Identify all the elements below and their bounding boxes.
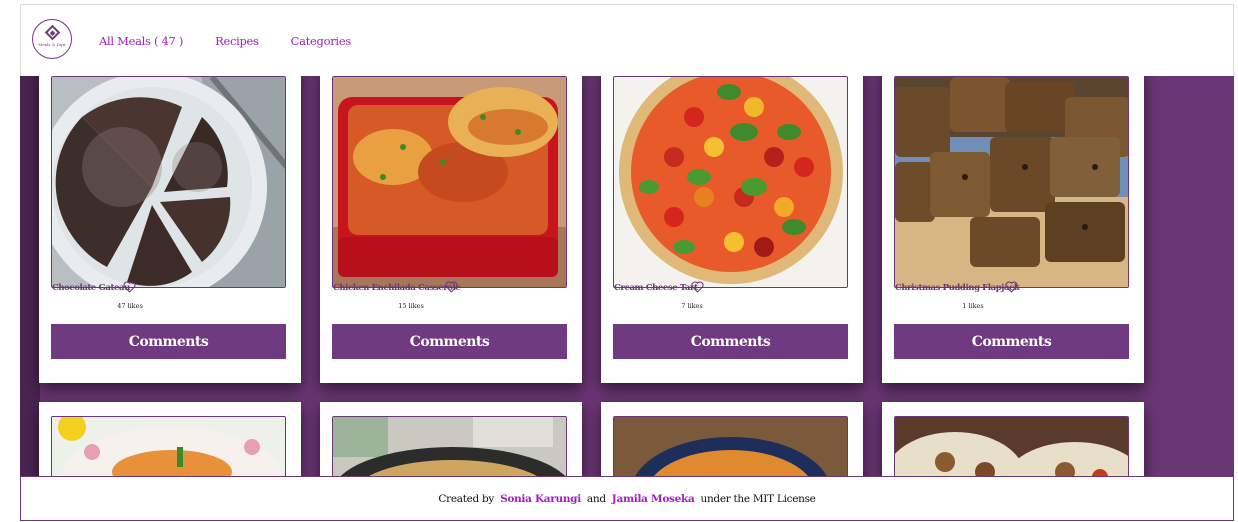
meal-image[interactable] xyxy=(894,416,1129,476)
comments-button[interactable]: Comments xyxy=(613,324,848,359)
likes-count: 7 likes xyxy=(681,302,703,310)
footer-created-by: Created by xyxy=(438,492,495,505)
meal-image[interactable] xyxy=(613,416,848,476)
meal-card: Chocolate Gateau 47 likes Comments xyxy=(39,76,301,383)
comments-button[interactable]: Comments xyxy=(894,324,1129,359)
footer: Created by Sonia Karungi and Jamila Mose… xyxy=(20,476,1234,521)
meal-title: Chicken Enchilada Casserole xyxy=(333,283,461,293)
meal-image-cream-cheese-tart[interactable] xyxy=(613,76,848,288)
heart-icon[interactable] xyxy=(1005,281,1018,293)
nav-recipes[interactable]: Recipes xyxy=(215,34,259,48)
likes-count: 1 likes xyxy=(962,302,984,310)
nav-all-meals[interactable]: All Meals ( 47 ) xyxy=(99,34,183,48)
comments-button[interactable]: Comments xyxy=(332,324,567,359)
heart-icon[interactable] xyxy=(691,281,704,293)
heart-icon[interactable] xyxy=(123,281,136,293)
comments-button[interactable]: Comments xyxy=(51,324,286,359)
meal-card: Cream Cheese Tart 7 likes Comments xyxy=(601,76,863,383)
meal-title: Chocolate Gateau xyxy=(52,283,130,293)
footer-license: under the MIT License xyxy=(700,492,816,505)
meals-grid: Chocolate Gateau 47 likes Comments Chick… xyxy=(20,76,1234,476)
meal-title: Cream Cheese Tart xyxy=(614,283,698,293)
meal-card xyxy=(882,402,1144,476)
heart-icon[interactable] xyxy=(445,281,458,293)
meal-card: Chicken Enchilada Casserole 15 likes Com… xyxy=(320,76,582,383)
meal-image[interactable] xyxy=(332,416,567,476)
grid-shadow xyxy=(20,76,40,476)
likes-count: 15 likes xyxy=(398,302,424,310)
site-logo[interactable]: Meals & Dips xyxy=(32,19,72,59)
meal-title: Christmas Pudding Flapjack xyxy=(895,283,1020,293)
meal-card xyxy=(601,402,863,476)
meal-card: Christmas Pudding Flapjack 1 likes Comme… xyxy=(882,76,1144,383)
footer-and: and xyxy=(586,492,606,505)
likes-count: 47 likes xyxy=(117,302,143,310)
meal-image-christmas-pudding-flapjack[interactable] xyxy=(894,76,1129,288)
meal-image-chicken-enchilada[interactable] xyxy=(332,76,567,288)
author-link-jamila[interactable]: Jamila Moseka xyxy=(612,493,695,505)
meal-card xyxy=(39,402,301,476)
nav-categories[interactable]: Categories xyxy=(291,34,352,48)
diamond-icon xyxy=(44,24,60,41)
meal-card xyxy=(320,402,582,476)
top-navbar: Meals & Dips All Meals ( 47 ) Recipes Ca… xyxy=(20,4,1234,76)
meal-image[interactable] xyxy=(51,416,286,476)
logo-text: Meals & Dips xyxy=(38,42,66,47)
main-nav: All Meals ( 47 ) Recipes Categories xyxy=(99,34,383,48)
author-link-sonia[interactable]: Sonia Karungi xyxy=(500,493,581,505)
meal-image-chocolate-gateau[interactable] xyxy=(51,76,286,288)
